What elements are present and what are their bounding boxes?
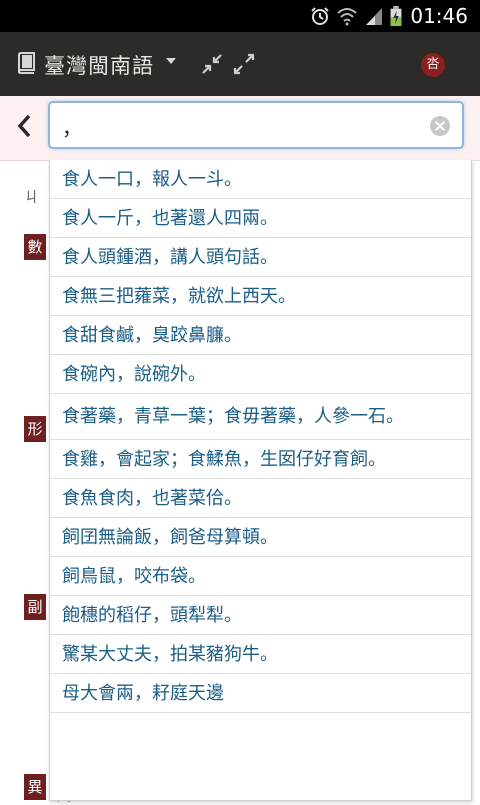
clear-icon[interactable] [430,116,450,136]
suggestion-item[interactable]: 驚某大丈夫，拍某豬狗牛。 [50,635,471,674]
dictionary-selector[interactable]: 臺灣閩南語 [44,50,154,80]
signal-icon [366,8,382,25]
back-chevron-icon[interactable] [14,113,34,139]
tag-xing: 形 [24,416,46,442]
suggestion-item[interactable]: 食人一斤，也著還人四兩。 [50,199,471,238]
suggestion-item[interactable]: 食著藥，青草一葉；食毋著藥，人參一石。 [50,394,471,440]
tag-shu: 數 [24,234,46,260]
wifi-icon [337,8,357,26]
suggestion-item[interactable]: 食人頭鍾酒，講人頭句話。 [50,238,471,277]
tag-fu: 副 [24,594,46,620]
status-time: 01:46 [410,4,468,28]
action-bar: 臺灣閩南語 呇 [0,32,480,96]
suggestion-item[interactable]: 飽穗的稻仔，頭犁犁。 [50,596,471,635]
suggestion-item[interactable]: 食魚食肉，也著菜佮。 [50,479,471,518]
status-bar: 01:46 [0,0,480,32]
suggestion-item[interactable]: 食雞，會起家；食鰇魚，生囡仔好育飼。 [50,440,471,479]
suggestion-item[interactable]: 母大會兩，耔庭天邊 [50,674,471,713]
suggestion-item[interactable]: 食甜食鹹，臭跤鼻臁。 [50,316,471,355]
background-snippet: ㄐ [24,188,40,206]
suggestion-item[interactable]: 飼囝無論飯，飼爸母算頓。 [50,518,471,557]
suggestion-item[interactable]: 食碗內，說碗外。 [50,355,471,394]
tag-yi: 異 [24,774,46,800]
search-bar [0,96,480,161]
search-box[interactable] [48,101,464,149]
expand-icon[interactable] [233,53,255,75]
alarm-icon [311,7,329,25]
collapse-icon[interactable] [201,53,223,75]
suggestion-item[interactable]: 食無三把蕹菜，就欲上西天。 [50,277,471,316]
book-icon [18,52,35,74]
suggestion-item[interactable]: 食人一口，報人一斗。 [50,160,471,199]
battery-charging-icon [390,6,402,26]
dictionary-badge[interactable]: 呇 [421,53,445,77]
dropdown-caret-icon[interactable] [166,58,176,64]
suggestion-item[interactable]: 飼鳥鼠，咬布袋。 [50,557,471,596]
suggestion-dropdown: 食人一口，報人一斗。 食人一斤，也著還人四兩。 食人頭鍾酒，講人頭句話。 食無三… [49,160,472,801]
search-input[interactable] [60,111,424,141]
